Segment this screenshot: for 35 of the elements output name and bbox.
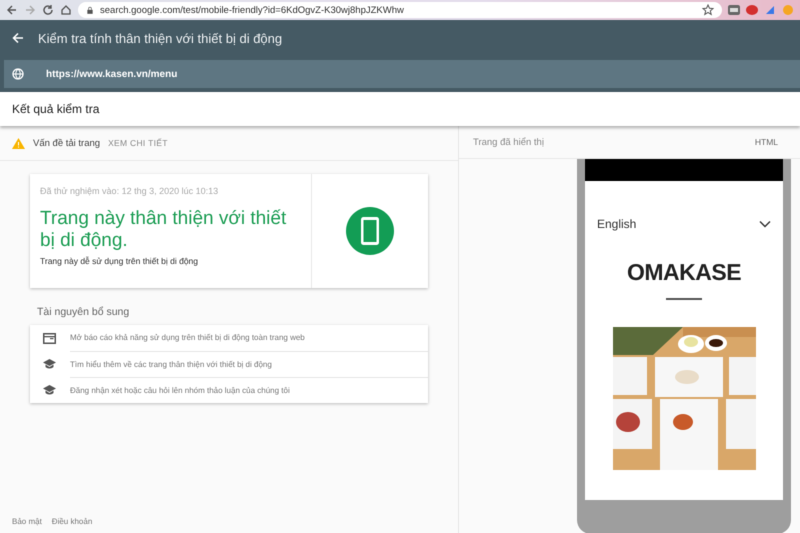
extension-icon[interactable] xyxy=(728,5,740,15)
lock-icon xyxy=(86,6,94,14)
page-title: Kiểm tra tính thân thiện với thiết bị di động xyxy=(38,30,282,46)
url-field[interactable]: https://www.kasen.vn/menu xyxy=(4,60,800,88)
extension-icon[interactable] xyxy=(746,5,758,15)
back-icon[interactable] xyxy=(6,4,18,16)
resource-link[interactable]: Đăng nhận xét hoặc câu hỏi lên nhóm thảo luận của chúng tôi xyxy=(70,376,428,404)
resource-link[interactable]: Mở báo cáo khả năng sử dụng trên thiết bị di động toàn trang web xyxy=(70,325,428,351)
address-bar[interactable]: search.google.com/test/mobile-friendly?id=6KdOgvZ-K30wj8hpJZKWhw xyxy=(78,2,722,18)
extension-icon[interactable] xyxy=(764,5,776,15)
footer-link[interactable]: Bảo mật xyxy=(12,517,42,526)
site-heading: OMAKASE xyxy=(626,259,742,286)
issue-label: Vấn đề tải trang xyxy=(33,138,100,148)
result-headline: Trang này thân thiện với thiết bị di động. xyxy=(40,208,288,252)
language-selector[interactable]: English xyxy=(597,217,636,231)
home-icon[interactable] xyxy=(60,4,72,16)
section-title: Kết quả kiểm tra xyxy=(12,102,100,116)
html-tab[interactable]: HTML xyxy=(754,137,778,147)
graduation-cap-icon xyxy=(43,358,56,370)
reload-icon[interactable] xyxy=(42,4,54,16)
browser-window-icon xyxy=(43,332,56,344)
star-icon[interactable] xyxy=(702,4,714,16)
resource-link[interactable]: Tìm hiểu thêm về các trang thân thiện với thiết bị di động xyxy=(70,350,428,378)
details-button[interactable]: XEM CHI TIẾT xyxy=(108,138,168,148)
globe-icon xyxy=(12,68,24,80)
chevron-down-icon[interactable] xyxy=(759,220,771,228)
back-arrow-icon[interactable] xyxy=(12,32,24,44)
resources-heading: Tài nguyên bổ sung xyxy=(37,306,130,318)
mobile-phone-icon xyxy=(346,207,394,255)
preview-title: Trang đã hiển thị xyxy=(473,136,544,148)
warning-icon xyxy=(12,138,25,148)
result-description: Trang này dễ sử dụng trên thiết bị di động xyxy=(40,256,200,266)
test-timestamp: Đã thử nghiệm vào: 12 thg 3, 2020 lúc 10:13 xyxy=(40,186,220,196)
footer-link[interactable]: Điều khoản xyxy=(52,517,92,526)
graduation-cap-icon xyxy=(43,384,56,396)
